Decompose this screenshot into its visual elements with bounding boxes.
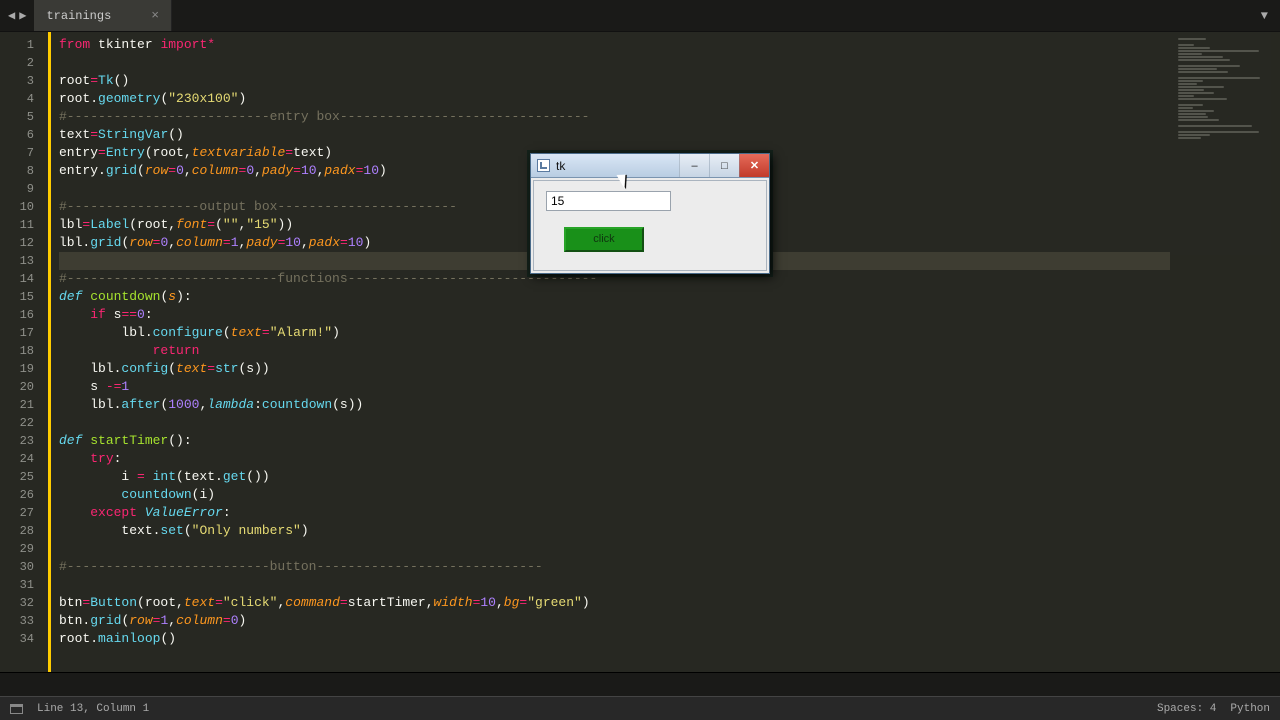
close-button[interactable]: ✕	[739, 154, 769, 177]
code-area[interactable]: from tkinter import* root=Tk()root.geomet…	[48, 32, 1170, 672]
code-line[interactable]: text.set("Only numbers")	[59, 522, 1170, 540]
tk-title: tk	[556, 159, 565, 173]
code-line[interactable]: def startTimer():	[59, 432, 1170, 450]
panel-icon[interactable]	[10, 704, 23, 714]
status-bar: Line 13, Column 1 Spaces: 4 Python	[0, 696, 1280, 720]
code-line[interactable]	[59, 54, 1170, 72]
code-line[interactable]: lbl.after(1000,lambda:countdown(s))	[59, 396, 1170, 414]
code-line[interactable]: countdown(i)	[59, 486, 1170, 504]
tk-click-button[interactable]: click	[564, 227, 644, 252]
code-line[interactable]: def countdown(s):	[59, 288, 1170, 306]
code-line[interactable]	[59, 414, 1170, 432]
tk-titlebar[interactable]: tk – □ ✕	[531, 154, 769, 178]
code-line[interactable]: #--------------------------entry box----…	[59, 108, 1170, 126]
code-line[interactable]: from tkinter import*	[59, 36, 1170, 54]
tab-bar: ◀ ▶ trainings × ▼	[0, 0, 1280, 32]
nav-back-icon[interactable]: ◀	[8, 8, 15, 23]
code-line[interactable]: root.mainloop()	[59, 630, 1170, 648]
code-line[interactable]: return	[59, 342, 1170, 360]
status-language[interactable]: Python	[1230, 703, 1270, 715]
code-line[interactable]: except ValueError:	[59, 504, 1170, 522]
status-spaces[interactable]: Spaces: 4	[1157, 703, 1216, 715]
tk-app-icon	[537, 159, 550, 172]
code-line[interactable]: btn.grid(row=1,column=0)	[59, 612, 1170, 630]
tk-entry-input[interactable]	[546, 191, 671, 211]
code-line[interactable]	[59, 540, 1170, 558]
code-line[interactable]: text=StringVar()	[59, 126, 1170, 144]
code-line[interactable]: root.geometry("230x100")	[59, 90, 1170, 108]
status-position: Line 13, Column 1	[37, 703, 149, 715]
code-line[interactable]: if s==0:	[59, 306, 1170, 324]
code-line[interactable]	[59, 576, 1170, 594]
code-line[interactable]: lbl.configure(text="Alarm!")	[59, 324, 1170, 342]
close-icon[interactable]: ×	[151, 8, 159, 23]
code-line[interactable]: #--------------------------button-------…	[59, 558, 1170, 576]
line-gutter: 1234567891011121314151617181920212223242…	[0, 32, 48, 672]
editor: 1234567891011121314151617181920212223242…	[0, 32, 1280, 672]
code-line[interactable]: try:	[59, 450, 1170, 468]
code-line[interactable]: btn=Button(root,text="click",command=sta…	[59, 594, 1170, 612]
code-line[interactable]: s -=1	[59, 378, 1170, 396]
minimize-button[interactable]: –	[679, 154, 709, 177]
code-line[interactable]: lbl.config(text=str(s))	[59, 360, 1170, 378]
nav-forward-icon[interactable]: ▶	[19, 8, 26, 23]
nav-arrows: ◀ ▶	[0, 0, 34, 31]
console-bar	[0, 672, 1280, 696]
tab-title: trainings	[46, 9, 111, 23]
tk-window: tk – □ ✕ click	[530, 153, 770, 274]
maximize-button[interactable]: □	[709, 154, 739, 177]
code-line[interactable]: root=Tk()	[59, 72, 1170, 90]
tab-overflow-icon[interactable]: ▼	[1249, 0, 1280, 31]
code-line[interactable]: i = int(text.get())	[59, 468, 1170, 486]
minimap[interactable]	[1170, 32, 1280, 672]
tab-trainings[interactable]: trainings ×	[34, 0, 172, 31]
